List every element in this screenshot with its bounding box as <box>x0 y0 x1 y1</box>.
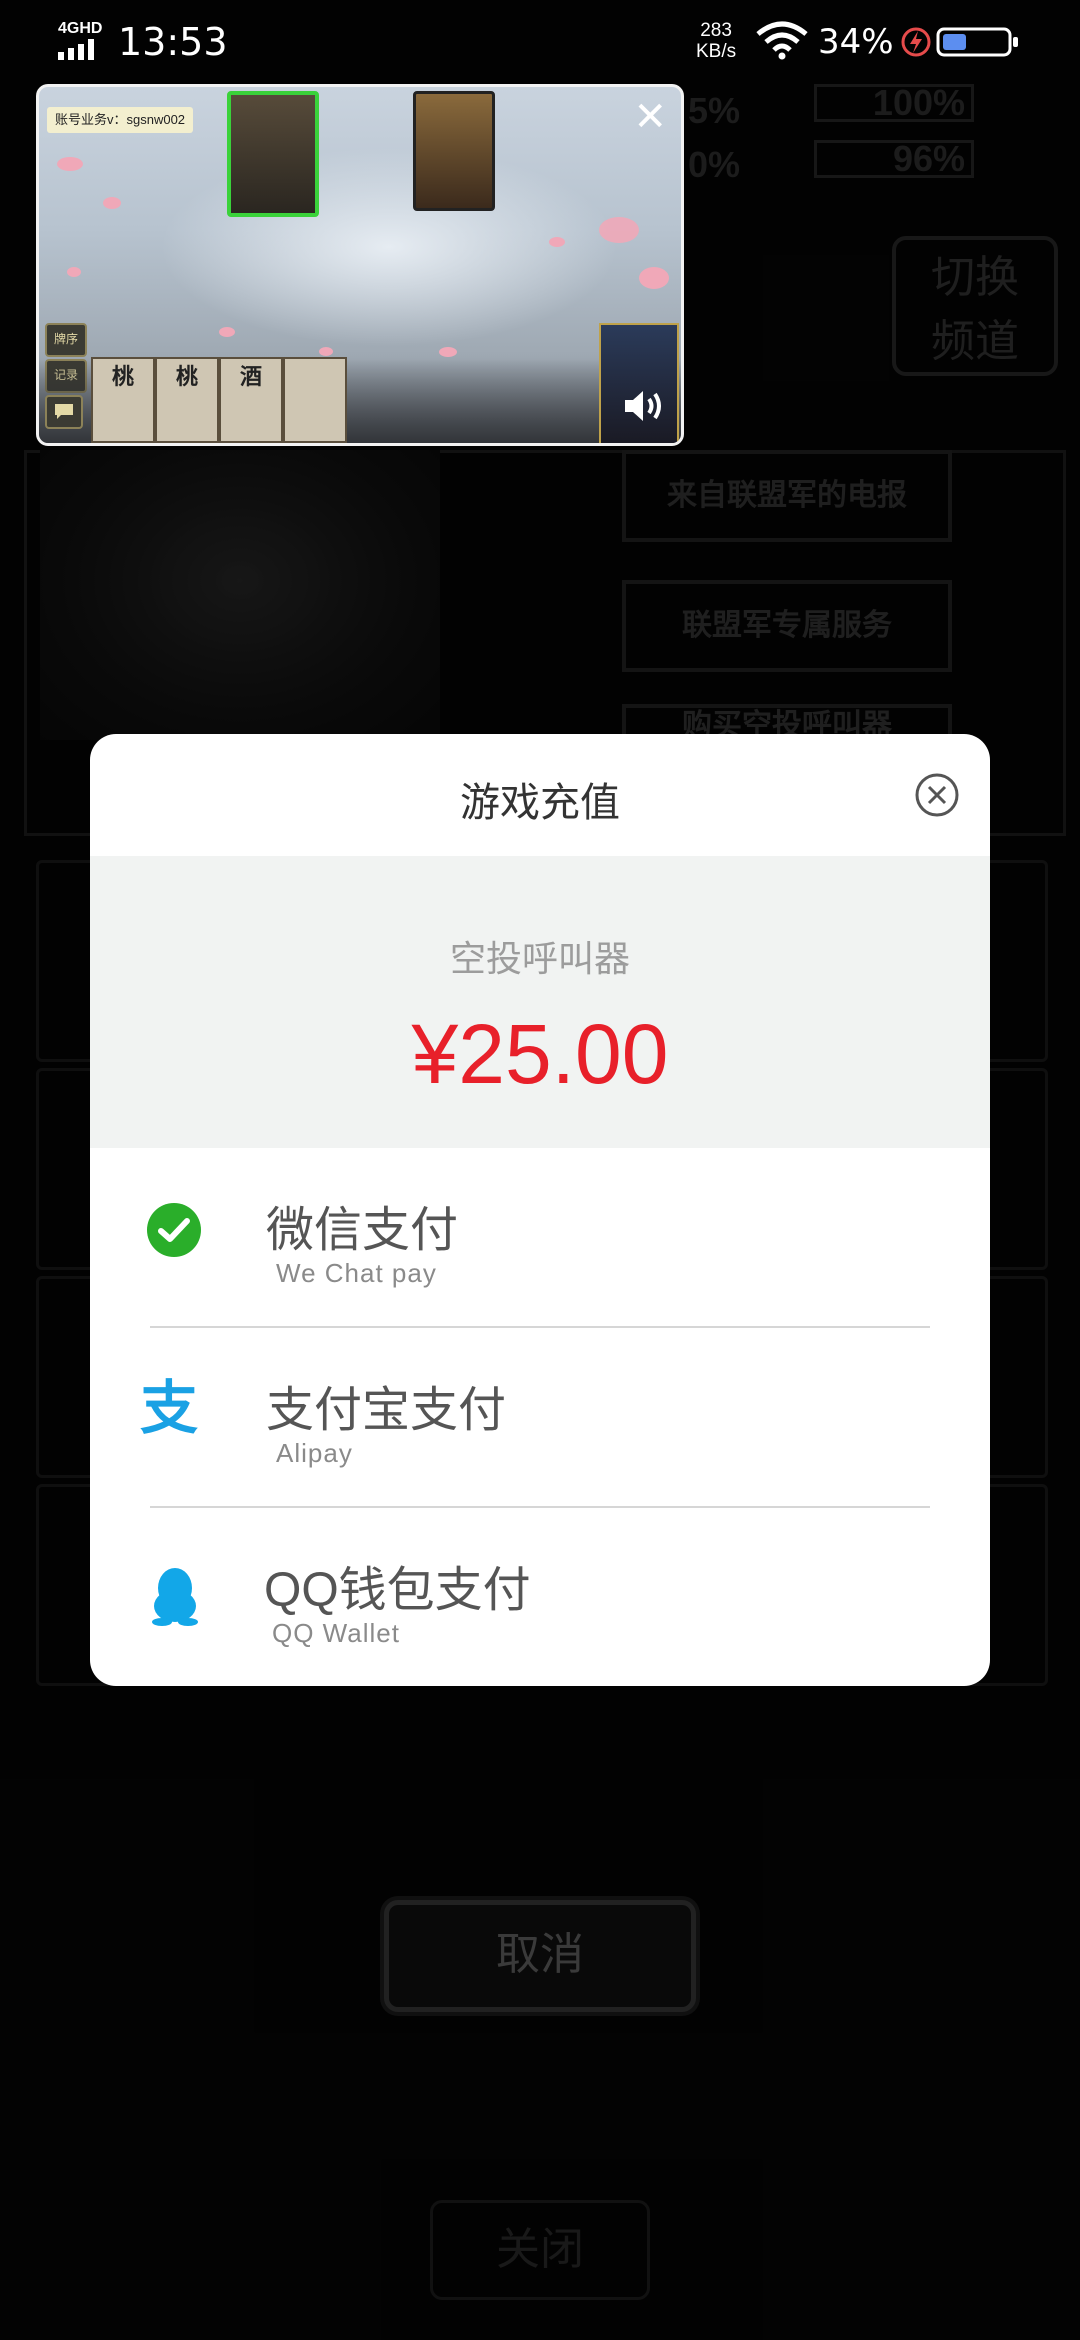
chat-icon[interactable] <box>45 395 83 429</box>
hand-card <box>283 357 347 443</box>
hand-card: 桃 <box>155 357 219 443</box>
wifi-icon <box>756 20 808 65</box>
pay-option-subtitle: QQ Wallet <box>272 1618 400 1648</box>
pay-option-title: 支付宝支付 <box>266 1384 507 1437</box>
blossom-petal <box>57 157 83 171</box>
video-close-icon[interactable]: ✕ <box>633 97 667 137</box>
blossom-petal <box>439 347 457 357</box>
volume-icon[interactable] <box>621 386 669 431</box>
speed-unit: KB/s <box>696 41 737 62</box>
price: ¥25.00 <box>411 1007 669 1101</box>
blossom-petal <box>319 347 333 356</box>
battery-icon <box>936 26 1022 63</box>
alipay-option[interactable]: 支 支付宝支付 Alipay <box>90 1328 990 1508</box>
account-tag: 账号业务v：sgsnw002 <box>47 107 194 133</box>
power-saving-icon <box>900 26 932 63</box>
pay-option-subtitle: We Chat pay <box>276 1258 437 1288</box>
speed-value: 283 <box>700 20 732 41</box>
qq-wallet-option[interactable]: QQ钱包支付 QQ Wallet <box>90 1508 990 1686</box>
recharge-dialog: 游戏充值 空投呼叫器 ¥25.00 微信支付 We Chat pay 支 支付宝… <box>90 734 990 1686</box>
blossom-petal <box>219 327 235 337</box>
player-card-left <box>227 91 319 217</box>
blossom-petal <box>639 267 669 289</box>
dialog-title: 游戏充值 <box>460 781 620 825</box>
wechat-pay-option[interactable]: 微信支付 We Chat pay <box>90 1148 990 1328</box>
pay-option-subtitle: Alipay <box>276 1438 353 1468</box>
alipay-icon: 支 <box>140 1374 212 1443</box>
dialog-close-icon[interactable] <box>914 772 960 823</box>
svg-text:支: 支 <box>140 1378 198 1438</box>
blossom-petal <box>599 217 639 243</box>
status-bar: 4GHD 13:53 283 KB/s 34% <box>0 0 1080 84</box>
signal-icon <box>58 38 106 65</box>
network-type: 4GHD <box>58 20 103 37</box>
wechat-pay-icon <box>146 1202 202 1263</box>
amount-section: 空投呼叫器 ¥25.00 <box>90 856 990 1148</box>
floating-video-window[interactable]: 账号业务v：sgsnw002 牌序 记录 桃 桃 酒 ✕ <box>36 84 684 446</box>
hand-card: 酒 <box>219 357 283 443</box>
blossom-petal <box>103 197 121 209</box>
blossom-petal <box>549 237 565 247</box>
clock: 13:53 <box>118 20 228 64</box>
pay-option-title: 微信支付 <box>266 1204 459 1257</box>
hand-card: 桃 <box>91 357 155 443</box>
product-name: 空投呼叫器 <box>449 938 630 979</box>
card-order-button[interactable]: 牌序 <box>45 323 87 357</box>
battery-percent: 34% <box>818 22 894 62</box>
pay-option-title: QQ钱包支付 <box>264 1564 531 1617</box>
network-speed: 283 KB/s <box>696 20 736 62</box>
blossom-petal <box>67 267 81 277</box>
qq-wallet-icon <box>148 1566 202 1631</box>
player-card-right <box>413 91 495 211</box>
